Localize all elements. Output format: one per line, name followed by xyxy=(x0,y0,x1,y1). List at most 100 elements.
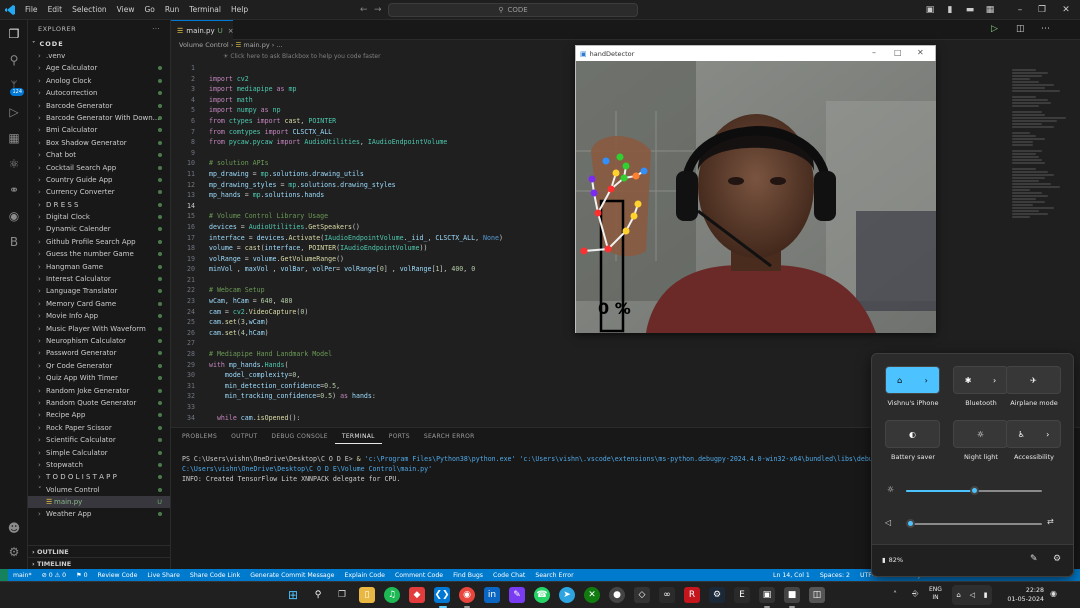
folder-item[interactable]: › D R E S S xyxy=(28,199,170,211)
spotify-icon[interactable]: ♫ xyxy=(384,587,400,603)
folder-item[interactable]: › Neurophism Calculator xyxy=(28,335,170,347)
status-item[interactable]: Review Code xyxy=(93,572,143,579)
panel-tab-problems[interactable]: PROBLEMS xyxy=(175,428,224,444)
customize-layout-icon[interactable]: ▦ xyxy=(980,0,1000,20)
code-line[interactable]: 22 # Webcam Setup xyxy=(171,285,631,296)
folder-item[interactable]: › Weather App xyxy=(28,508,170,520)
remote-indicator[interactable] xyxy=(0,569,8,581)
telegram-icon[interactable]: ➤ xyxy=(559,587,575,603)
workspace-root[interactable]: ˅ CODE xyxy=(28,38,170,50)
quick-tile-accessibility[interactable]: ♿ › xyxy=(1006,420,1061,448)
code-line[interactable]: 21 xyxy=(171,275,631,286)
code-line[interactable]: 26 cam.set(4,hCam) xyxy=(171,328,631,339)
layout-icon[interactable]: ▣ xyxy=(920,0,940,20)
breadcrumb-symbol[interactable]: ... xyxy=(276,41,282,49)
code-line[interactable]: 29 with mp_hands.Hands( xyxy=(171,360,631,371)
brightness-slider-thumb[interactable] xyxy=(970,486,979,495)
tab-main-py[interactable]: ☰ main.py U × xyxy=(171,20,234,40)
panel-tab-search-error[interactable]: SEARCH ERROR xyxy=(417,428,482,444)
code-line[interactable]: 27 xyxy=(171,338,631,349)
clock[interactable]: 22:28 01-05-2024 xyxy=(1002,586,1044,604)
folder-item[interactable]: › Cocktail Search App xyxy=(28,162,170,174)
code-editor[interactable]: 1 2 import cv2 3 import mediapipe as mp 4 impo… xyxy=(171,63,631,423)
app-window-icon[interactable]: ▣ xyxy=(759,587,775,603)
folder-item[interactable]: › Digital Clock xyxy=(28,211,170,223)
folder-item[interactable]: › Language Translator xyxy=(28,285,170,297)
folder-item[interactable]: › Quiz App With Timer xyxy=(28,372,170,384)
status-item[interactable]: Find Bugs xyxy=(448,572,488,579)
code-line[interactable]: 6 from ctypes import cast, POINTER xyxy=(171,116,631,127)
folder-item[interactable]: › Currency Converter xyxy=(28,186,170,198)
status-item[interactable]: main* xyxy=(8,572,37,579)
folder-item[interactable]: › Qr Code Generator xyxy=(28,360,170,372)
folder-item[interactable]: › Age Calculator xyxy=(28,62,170,74)
code-line[interactable]: 19 volRange = volume.GetVolumeRange() xyxy=(171,254,631,265)
linkedin-icon[interactable]: in xyxy=(484,587,500,603)
toggle-panel-icon[interactable]: ▬ xyxy=(960,0,980,20)
quick-tile-bluetooth[interactable]: ✱ › xyxy=(953,366,1008,394)
system-tray-quick-settings[interactable]: ⌂ ◁ ▮ xyxy=(952,585,992,605)
code-line[interactable]: 11 mp_drawing = mp.solutions.drawing_util… xyxy=(171,169,631,180)
code-line[interactable]: 34 while cam.isOpened(): xyxy=(171,413,631,424)
panel-tab-output[interactable]: OUTPUT xyxy=(224,428,264,444)
status-item[interactable]: Share Code Link xyxy=(185,572,245,579)
run-debug-icon[interactable]: ▷ xyxy=(4,102,24,122)
show-hidden-icons-icon[interactable]: ˄ xyxy=(893,590,897,599)
extensions-icon[interactable]: ▦ xyxy=(4,128,24,148)
menu-terminal[interactable]: Terminal xyxy=(184,0,226,20)
close-icon[interactable]: ✕ xyxy=(917,48,924,57)
quick-tile-battery-saver[interactable]: ◐ xyxy=(885,420,940,448)
status-right-item[interactable]: Spaces: 2 xyxy=(815,572,855,579)
chevron-right-icon[interactable]: › xyxy=(993,376,996,385)
status-item[interactable]: ⚑ 0 xyxy=(71,572,92,579)
code-line[interactable]: 3 import mediapipe as mp xyxy=(171,84,631,95)
folder-item[interactable]: › .venv xyxy=(28,50,170,62)
code-line[interactable]: 2 import cv2 xyxy=(171,74,631,85)
settings-gear-icon[interactable]: ⚙ xyxy=(4,542,24,562)
toggle-sidebar-icon[interactable]: ▮ xyxy=(940,0,960,20)
status-item[interactable]: Search Error xyxy=(530,572,578,579)
app-rs-icon[interactable]: R xyxy=(684,587,700,603)
folder-item[interactable]: › Anolog Clock xyxy=(28,75,170,87)
editor-more-icon[interactable]: ⋯ xyxy=(1041,24,1050,34)
chrome-icon[interactable]: ◉ xyxy=(459,587,475,603)
start-windows-icon[interactable]: ⊞ xyxy=(285,587,301,603)
folder-item[interactable]: ˅ Volume Control xyxy=(28,484,170,496)
code-line[interactable]: 1 xyxy=(171,63,631,74)
folder-item[interactable]: › Hangman Game xyxy=(28,261,170,273)
brightness-slider[interactable] xyxy=(906,486,1042,495)
code-line[interactable]: 4 import math xyxy=(171,95,631,106)
code-line[interactable]: 23 wCam, hCam = 640, 480 xyxy=(171,296,631,307)
code-line[interactable]: 15 # Volume Control Library Usage xyxy=(171,211,631,222)
account-icon[interactable]: ☻ xyxy=(4,518,24,538)
quick-tile-wifi[interactable]: ⌂ › xyxy=(885,366,940,394)
folder-item[interactable]: › Music Player With Waveform xyxy=(28,323,170,335)
source-control-icon[interactable]: ᛉ 124 xyxy=(4,76,24,96)
code-line[interactable]: 12 mp_drawing_styles = mp.solutions.drawi… xyxy=(171,180,631,191)
status-item[interactable]: ⊘ 0 ⚠ 0 xyxy=(37,572,72,579)
code-line[interactable]: 5 import numpy as np xyxy=(171,105,631,116)
code-line[interactable]: 25 cam.set(3,wCam) xyxy=(171,317,631,328)
blackbox-hint[interactable]: ☀ Click here to ask Blackbox to help you… xyxy=(223,53,381,62)
app-pc-icon[interactable]: ◫ xyxy=(809,587,825,603)
remote-explorer-icon[interactable]: ⚭ xyxy=(4,180,24,200)
code-line[interactable]: 7 from comtypes import CLSCTX_ALL xyxy=(171,127,631,138)
code-line[interactable]: 31 min_detection_confidence=0.5, xyxy=(171,381,631,392)
minimize-icon[interactable]: – xyxy=(872,48,876,57)
menu-file[interactable]: File xyxy=(20,0,43,20)
chevron-right-icon[interactable]: › xyxy=(1046,430,1049,439)
outline-section[interactable]: › OUTLINE xyxy=(28,545,170,557)
folder-item[interactable]: › Interest Calculator xyxy=(28,273,170,285)
notifications-icon[interactable]: ◉ xyxy=(1050,589,1057,598)
code-line[interactable]: 33 xyxy=(171,402,631,413)
breadcrumb-folder[interactable]: Volume Control xyxy=(179,41,229,49)
menu-run[interactable]: Run xyxy=(160,0,184,20)
menu-selection[interactable]: Selection xyxy=(67,0,112,20)
chevron-right-icon[interactable]: › xyxy=(925,376,928,385)
folder-item[interactable]: › Rock Paper Scissor xyxy=(28,422,170,434)
close-icon[interactable]: ✕ xyxy=(1056,0,1076,20)
folder-item[interactable]: › Random Quote Generator xyxy=(28,397,170,409)
app-circle-icon[interactable]: ● xyxy=(609,587,625,603)
explorer-more-icon[interactable]: ··· xyxy=(152,25,160,33)
blackbox-icon[interactable]: B xyxy=(4,232,24,252)
